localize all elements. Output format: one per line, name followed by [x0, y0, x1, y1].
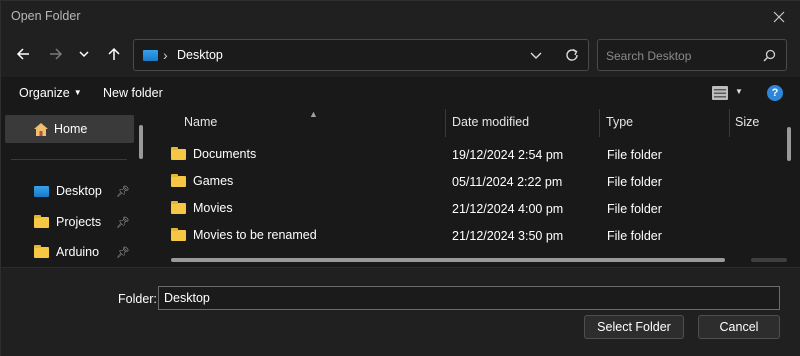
sidebar-item-label: Projects	[56, 215, 102, 229]
file-name-cell: Movies to be renamed	[171, 227, 317, 242]
back-button[interactable]	[11, 42, 35, 66]
back-arrow-icon	[16, 48, 29, 60]
breadcrumb-separator: ›	[163, 47, 168, 63]
organize-menu[interactable]: Organize ▼	[19, 86, 82, 100]
help-icon[interactable]: ?	[767, 85, 783, 101]
folder-icon	[171, 227, 186, 241]
file-type: File folder	[607, 148, 662, 162]
refresh-icon[interactable]	[564, 47, 580, 63]
folder-icon	[34, 214, 49, 228]
dialog-footer: Folder: Select Folder Cancel	[1, 267, 800, 356]
file-name: Games	[193, 174, 234, 188]
forward-button[interactable]	[44, 42, 68, 66]
file-list-horizontal-scrollbar[interactable]	[171, 258, 725, 262]
sidebar-item-home[interactable]: Home	[5, 115, 134, 143]
file-date: 19/12/2024 2:54 pm	[452, 148, 564, 162]
navigation-pane: Home Desktop 📌︎ Projects 📌︎ Arduino 📌︎	[1, 109, 151, 267]
column-header-type[interactable]: Type	[606, 115, 633, 137]
pin-icon: 📌︎	[116, 247, 130, 259]
view-options-icon[interactable]	[711, 85, 729, 101]
file-date: 21/12/2024 3:50 pm	[452, 229, 564, 243]
file-name-cell: Documents	[171, 146, 257, 161]
forward-arrow-icon	[50, 48, 63, 60]
home-icon	[34, 122, 48, 136]
sidebar-item-arduino[interactable]: Arduino 📌︎	[5, 238, 134, 266]
file-date: 21/12/2024 4:00 pm	[452, 202, 564, 216]
window-title: Open Folder	[11, 9, 81, 23]
table-row[interactable]: Documents 19/12/2024 2:54 pm File folder	[151, 141, 781, 168]
sort-ascending-icon: ▲	[309, 109, 318, 119]
column-header-date-modified[interactable]: Date modified	[452, 115, 529, 137]
column-divider[interactable]	[599, 109, 600, 137]
new-folder-button[interactable]: New folder	[103, 86, 163, 100]
folder-icon	[171, 200, 186, 214]
pin-icon: 📌︎	[116, 217, 130, 229]
file-list: ▲ Name Date modified Type Size Documents…	[151, 109, 800, 267]
chevron-down-icon	[79, 51, 89, 58]
column-header-name[interactable]: Name	[184, 115, 217, 137]
column-divider[interactable]	[729, 109, 730, 137]
sidebar-item-projects[interactable]: Projects 📌︎	[5, 208, 134, 236]
horizontal-scrollbar-track-end	[751, 258, 787, 262]
caret-down-icon: ▼	[73, 88, 82, 97]
desktop-icon	[34, 185, 49, 197]
organize-label: Organize	[19, 86, 70, 100]
address-dropdown-icon[interactable]	[529, 48, 543, 62]
breadcrumb-desktop[interactable]: Desktop	[177, 48, 223, 62]
search-icon	[763, 49, 776, 62]
address-bar[interactable]: › Desktop	[133, 39, 589, 71]
folder-field-label: Folder:	[118, 292, 157, 306]
cancel-button[interactable]: Cancel	[698, 315, 780, 339]
pin-icon: 📌︎	[116, 186, 130, 198]
sidebar-item-desktop[interactable]: Desktop 📌︎	[5, 177, 134, 205]
file-date: 05/11/2024 2:22 pm	[452, 175, 563, 189]
table-row[interactable]: Movies 21/12/2024 4:00 pm File folder	[151, 195, 781, 222]
navigation-bar: › Desktop Search Desktop	[1, 33, 800, 77]
close-icon	[773, 11, 785, 23]
title-bar: Open Folder	[1, 1, 800, 33]
folder-name-input[interactable]	[158, 286, 780, 310]
sidebar-item-label: Home	[54, 122, 88, 136]
command-bar: Organize ▼ New folder ▼ ?	[1, 77, 800, 109]
column-header-size[interactable]: Size	[735, 115, 759, 137]
sidebar-item-label: Arduino	[56, 245, 100, 259]
up-button[interactable]	[102, 42, 126, 66]
select-folder-button[interactable]: Select Folder	[584, 315, 684, 339]
file-type: File folder	[607, 229, 662, 243]
open-folder-dialog: Open Folder › Desktop Search Desktop Org…	[0, 0, 800, 356]
table-row[interactable]: Movies to be renamed 21/12/2024 3:50 pm …	[151, 222, 781, 249]
search-input[interactable]: Search Desktop	[597, 39, 787, 71]
sidebar-scrollbar[interactable]	[139, 125, 143, 159]
folder-icon	[34, 244, 49, 258]
sidebar-item-label: Desktop	[56, 184, 102, 198]
desktop-icon	[143, 50, 158, 61]
up-arrow-icon	[108, 47, 120, 60]
file-type: File folder	[607, 175, 662, 189]
file-name-cell: Movies	[171, 200, 233, 215]
view-dropdown-icon[interactable]: ▼	[735, 87, 743, 96]
folder-icon	[171, 146, 186, 160]
file-name-cell: Games	[171, 173, 234, 188]
column-divider[interactable]	[445, 109, 446, 137]
sidebar-divider	[11, 159, 127, 160]
file-name: Movies	[193, 201, 233, 215]
close-button[interactable]	[763, 4, 795, 30]
table-row[interactable]: Games 05/11/2024 2:22 pm File folder	[151, 168, 781, 195]
recent-locations-button[interactable]	[72, 42, 96, 66]
file-list-vertical-scrollbar[interactable]	[787, 127, 791, 161]
folder-icon	[171, 173, 186, 187]
file-type: File folder	[607, 202, 662, 216]
file-name: Movies to be renamed	[193, 228, 317, 242]
search-placeholder: Search Desktop	[606, 49, 692, 63]
file-name: Documents	[193, 147, 257, 161]
